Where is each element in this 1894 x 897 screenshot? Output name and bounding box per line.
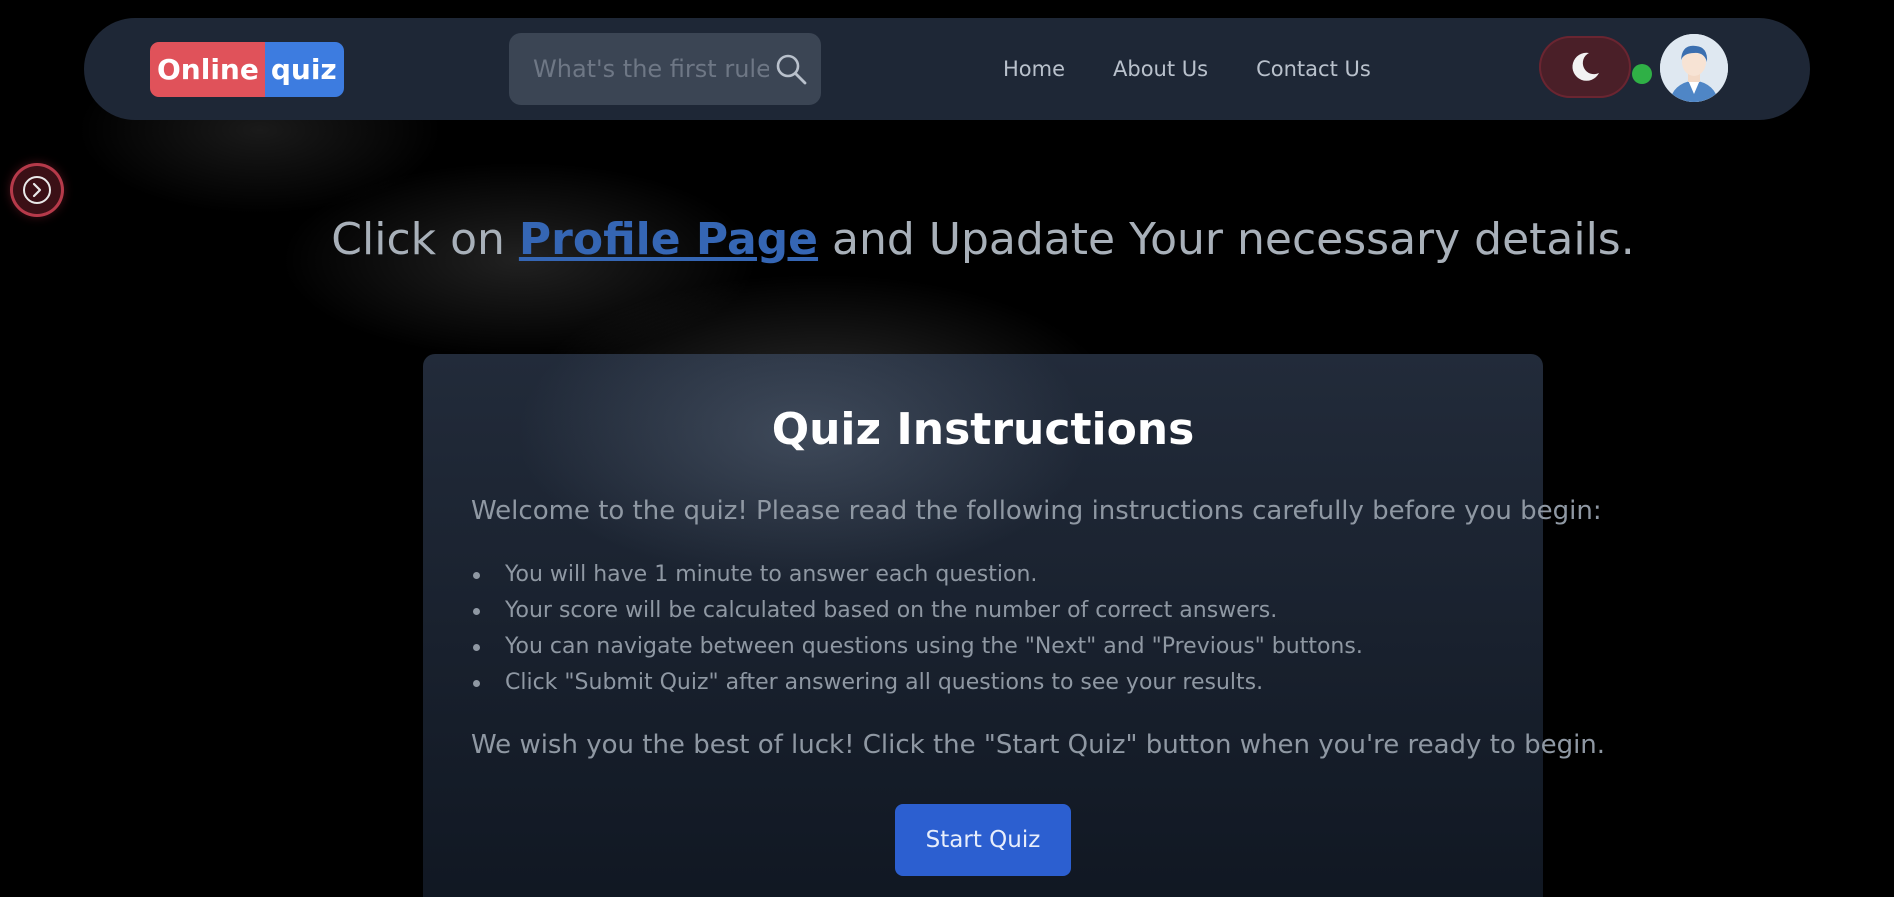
instruction-item: Your score will be calculated based on t… [471, 593, 1363, 629]
chevron-right-icon [23, 176, 51, 204]
sidebar-toggle-button[interactable] [13, 166, 61, 214]
nav-link-contact-us[interactable]: Contact Us [1256, 51, 1371, 87]
profile-message: Click on Profile Page and Upadate Your n… [0, 214, 1894, 265]
profile-message-before: Click on [331, 214, 519, 265]
instruction-item: You can navigate between questions using… [471, 629, 1363, 665]
logo-part-online: Online [150, 42, 265, 97]
site-logo[interactable]: Online quiz [150, 42, 344, 97]
instructions-intro: Welcome to the quiz! Please read the fol… [471, 496, 1602, 526]
nav-link-about-us[interactable]: About Us [1113, 51, 1208, 87]
online-status-dot [1632, 64, 1652, 84]
user-avatar-icon[interactable] [1660, 34, 1728, 102]
avatar-illustration [1660, 34, 1728, 102]
profile-page-link[interactable]: Profile Page [519, 214, 818, 265]
quiz-instructions-title: Quiz Instructions [771, 404, 1195, 455]
instruction-item: Click "Submit Quiz" after answering all … [471, 665, 1363, 701]
navbar: Online quiz Home About Us Contact Us [84, 18, 1810, 120]
quiz-instructions-card: Quiz Instructions Welcome to the quiz! P… [423, 354, 1605, 897]
search-icon[interactable] [774, 52, 808, 86]
nav-link-home[interactable]: Home [1003, 51, 1065, 87]
search-input[interactable] [509, 33, 769, 105]
moon-icon [1572, 52, 1599, 81]
instruction-item: You will have 1 minute to answer each qu… [471, 557, 1363, 593]
profile-message-after: and Upadate Your necessary details. [818, 214, 1635, 265]
instructions-list: You will have 1 minute to answer each qu… [471, 557, 1363, 701]
instructions-closing: We wish you the best of luck! Click the … [471, 730, 1606, 760]
logo-part-quiz: quiz [264, 42, 344, 97]
theme-toggle-button[interactable] [1539, 36, 1631, 98]
nav-links: Home About Us Contact Us [1003, 51, 1371, 87]
start-quiz-button[interactable]: Start Quiz [895, 804, 1071, 876]
search-box [509, 33, 821, 105]
